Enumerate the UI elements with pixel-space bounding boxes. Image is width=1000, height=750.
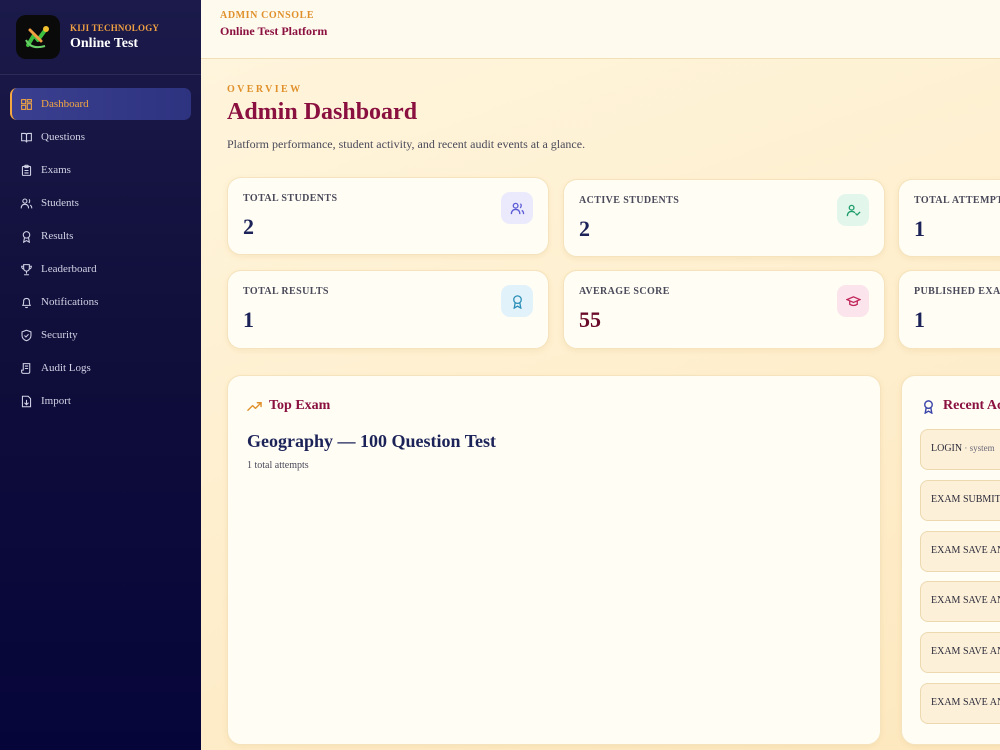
recent-activity-heading: Recent Activity — [921, 398, 1000, 414]
sidebar-item-label: Results — [41, 230, 74, 242]
stat-label: AVERAGE SCORE — [579, 286, 670, 297]
sidebar-item-questions[interactable]: Questions — [10, 121, 191, 153]
sidebar-item-import[interactable]: Import — [10, 385, 191, 417]
console-kicker: ADMIN CONSOLE — [220, 10, 315, 21]
scroll-icon — [21, 362, 31, 374]
stat-value: 2 — [243, 214, 254, 239]
stat-value: 55 — [579, 307, 601, 332]
stat-label: TOTAL STUDENTS — [243, 193, 338, 204]
top-exam-panel: Top Exam Geography — 100 Question Test 1… — [227, 375, 881, 745]
top-exam-attempts: 1 total attempts — [247, 460, 309, 471]
sidebar-item-label: Leaderboard — [41, 263, 97, 275]
sidebar-item-label: Audit Logs — [41, 362, 91, 374]
main-content: OVERVIEW Admin Dashboard Platform perfor… — [201, 59, 1000, 750]
sidebar-item-label: Exams — [41, 164, 71, 176]
activity-item[interactable]: EXAM SAVE ANSWER — [920, 632, 1000, 673]
top-exam-heading: Top Exam — [247, 398, 330, 414]
award-icon — [924, 399, 933, 414]
stat-card-published-exams: PUBLISHED EXAMS 1 — [898, 270, 1000, 349]
top-bar: ADMIN CONSOLE Online Test Platform — [201, 0, 1000, 59]
stat-label: TOTAL RESULTS — [243, 286, 329, 297]
user-check-icon — [837, 194, 869, 226]
stat-value: 1 — [243, 307, 254, 332]
brand-kicker: KIJI TECHNOLOGY — [70, 22, 160, 33]
trophy-icon — [21, 263, 32, 275]
stat-card-average-score: AVERAGE SCORE 55 — [563, 270, 885, 349]
graduation-cap-icon — [837, 285, 869, 317]
book-icon — [21, 132, 32, 142]
brand[interactable]: KIJI TECHNOLOGY Online Test — [0, 0, 201, 75]
page-subtitle: Platform performance, student activity, … — [227, 137, 586, 151]
sidebar: KIJI TECHNOLOGY Online Test Dashboard Qu… — [0, 0, 201, 750]
page-title: Admin Dashboard — [227, 99, 418, 125]
stat-value: 1 — [914, 216, 925, 241]
sidebar-item-label: Questions — [41, 131, 85, 143]
award-icon — [22, 230, 31, 243]
stat-value: 1 — [914, 307, 925, 332]
activity-item[interactable]: EXAM SAVE ANSWER — [920, 531, 1000, 572]
sidebar-item-label: Students — [41, 197, 79, 209]
dashboard-icon — [21, 98, 32, 110]
sidebar-item-label: Import — [41, 395, 71, 407]
top-exam-name[interactable]: Geography — 100 Question Test — [247, 431, 496, 452]
stat-card-total-results: TOTAL RESULTS 1 — [227, 270, 549, 349]
users-icon — [20, 198, 33, 208]
sidebar-item-label: Security — [41, 329, 78, 341]
platform-title: Online Test Platform — [220, 24, 328, 38]
users-icon — [501, 192, 533, 224]
stat-card-active-students: ACTIVE STUDENTS 2 — [563, 179, 885, 257]
stat-label: TOTAL ATTEMPTS — [914, 195, 1000, 206]
brand-title: Online Test — [70, 35, 139, 51]
overview-kicker: OVERVIEW — [227, 84, 303, 95]
award-icon — [501, 285, 533, 317]
sidebar-item-dashboard[interactable]: Dashboard — [10, 88, 191, 120]
sidebar-nav: Dashboard Questions Exams Students Resul… — [0, 75, 201, 417]
sidebar-item-students[interactable]: Students — [10, 187, 191, 219]
stat-value: 2 — [579, 216, 590, 241]
sidebar-item-exams[interactable]: Exams — [10, 154, 191, 186]
sidebar-item-label: Notifications — [41, 296, 99, 308]
sidebar-item-results[interactable]: Results — [10, 220, 191, 252]
stat-label: PUBLISHED EXAMS — [914, 286, 1000, 297]
shield-icon — [21, 329, 32, 341]
trending-up-icon — [247, 401, 262, 411]
sidebar-item-label: Dashboard — [41, 98, 89, 110]
sidebar-item-notifications[interactable]: Notifications — [10, 286, 191, 318]
sidebar-item-leaderboard[interactable]: Leaderboard — [10, 253, 191, 285]
file-import-icon — [21, 395, 32, 407]
recent-activity-panel: Recent Activity LOGIN · system EXAM SUBM… — [901, 375, 1000, 745]
clipboard-icon — [21, 164, 32, 176]
activity-item[interactable]: EXAM SAVE ANSWER — [920, 581, 1000, 622]
activity-item[interactable]: EXAM SUBMIT — [920, 480, 1000, 521]
stat-card-total-students: TOTAL STUDENTS 2 — [227, 177, 549, 255]
sidebar-item-security[interactable]: Security — [10, 319, 191, 351]
logo-icon — [16, 15, 60, 59]
activity-item[interactable]: EXAM SAVE ANSWER — [920, 683, 1000, 724]
bell-icon — [21, 297, 32, 308]
activity-item[interactable]: LOGIN · system — [920, 429, 1000, 470]
sidebar-item-audit-logs[interactable]: Audit Logs — [10, 352, 191, 384]
stat-label: ACTIVE STUDENTS — [579, 195, 680, 206]
stat-card-total-attempts: TOTAL ATTEMPTS 1 — [898, 179, 1000, 257]
